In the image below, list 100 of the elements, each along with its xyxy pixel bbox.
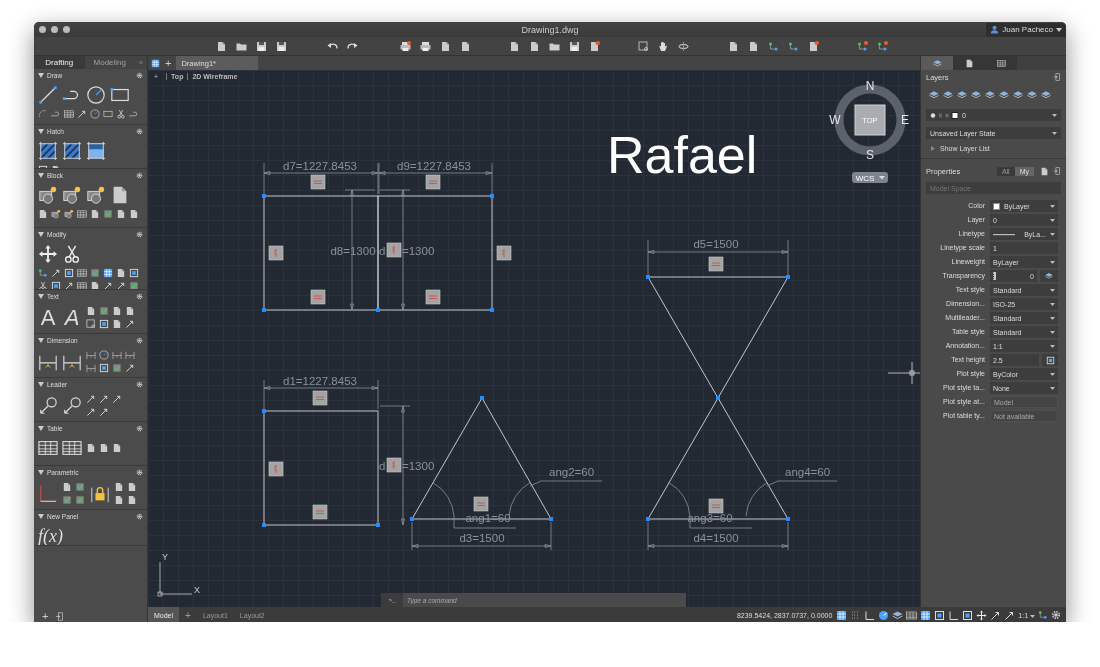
sheet-icon[interactable] bbox=[129, 209, 139, 219]
grip-handle[interactable] bbox=[376, 308, 380, 312]
sheet-icon[interactable] bbox=[808, 40, 819, 52]
square-icon[interactable] bbox=[962, 609, 974, 621]
check-icon[interactable] bbox=[90, 268, 100, 278]
save-icon[interactable] bbox=[569, 40, 580, 52]
ortho-icon[interactable] bbox=[864, 609, 876, 621]
sheet-icon[interactable] bbox=[509, 40, 520, 52]
constraint-icon[interactable] bbox=[496, 245, 512, 261]
redo-icon[interactable] bbox=[347, 40, 358, 52]
polyline-icon[interactable] bbox=[51, 109, 61, 119]
check-icon[interactable] bbox=[75, 482, 85, 492]
grip-handle[interactable] bbox=[490, 194, 494, 198]
grip-handle[interactable] bbox=[480, 396, 484, 400]
grip-handle[interactable] bbox=[410, 517, 414, 521]
table-icon[interactable] bbox=[38, 438, 58, 458]
corner-icon[interactable] bbox=[38, 483, 58, 504]
grip-handle[interactable] bbox=[716, 396, 720, 400]
constraint-icon[interactable] bbox=[386, 457, 402, 473]
arrow-icon[interactable] bbox=[125, 319, 135, 329]
rectangle-icon[interactable] bbox=[103, 109, 113, 119]
layers-icon[interactable] bbox=[1027, 90, 1037, 100]
function-button[interactable]: f(x) bbox=[38, 526, 63, 545]
grip-handle[interactable] bbox=[549, 517, 553, 521]
arrow-icon[interactable] bbox=[99, 394, 109, 404]
node-icon[interactable] bbox=[877, 40, 888, 52]
grip-handle[interactable] bbox=[490, 308, 494, 312]
constraint-icon[interactable] bbox=[310, 289, 326, 305]
constraint-icon[interactable] bbox=[708, 256, 724, 272]
arrow-icon[interactable] bbox=[99, 407, 109, 417]
sheet-icon[interactable] bbox=[1040, 166, 1049, 176]
grid-icon[interactable] bbox=[836, 609, 848, 621]
sheet-icon[interactable] bbox=[127, 495, 137, 505]
settings-icon[interactable] bbox=[136, 172, 143, 179]
arrow-icon[interactable] bbox=[51, 268, 61, 278]
block-icon[interactable] bbox=[64, 209, 74, 219]
constraint-icon[interactable] bbox=[310, 174, 326, 190]
scissors-icon[interactable] bbox=[62, 244, 82, 264]
check-icon[interactable] bbox=[103, 209, 113, 219]
arrow-icon[interactable] bbox=[86, 394, 96, 404]
check-icon[interactable] bbox=[75, 495, 85, 505]
printer-icon[interactable] bbox=[420, 40, 431, 52]
printer-icon[interactable] bbox=[400, 40, 411, 52]
square-icon[interactable] bbox=[51, 281, 61, 289]
check-icon[interactable] bbox=[129, 281, 139, 289]
panel-tab[interactable] bbox=[985, 56, 1017, 70]
text-tool[interactable]: A bbox=[62, 306, 82, 329]
circle-icon[interactable] bbox=[90, 109, 100, 119]
grip-handle[interactable] bbox=[376, 523, 380, 527]
arrow-icon[interactable] bbox=[77, 109, 87, 119]
zoom-icon[interactable] bbox=[638, 40, 649, 52]
layers-icon[interactable] bbox=[929, 90, 939, 100]
layers-icon[interactable] bbox=[1013, 90, 1023, 100]
sheet-icon[interactable] bbox=[127, 482, 137, 492]
table-icon[interactable] bbox=[77, 281, 87, 289]
add-button[interactable]: + bbox=[42, 610, 49, 622]
settings-icon[interactable] bbox=[136, 231, 143, 238]
transparency-menu[interactable] bbox=[1040, 270, 1058, 282]
leader-icon[interactable] bbox=[38, 395, 58, 416]
user-menu[interactable]: Juan Pacheco bbox=[986, 22, 1066, 37]
table-icon[interactable] bbox=[77, 268, 87, 278]
constraint-icon[interactable] bbox=[386, 242, 402, 258]
sheet-icon[interactable] bbox=[112, 443, 122, 453]
constraint-icon[interactable] bbox=[708, 498, 724, 514]
layers-icon[interactable] bbox=[892, 609, 904, 621]
table-icon[interactable] bbox=[62, 438, 82, 458]
settings-icon[interactable] bbox=[136, 72, 143, 79]
square-icon[interactable] bbox=[934, 609, 946, 621]
scissors-icon[interactable] bbox=[38, 281, 48, 289]
sheet-icon[interactable] bbox=[112, 306, 122, 316]
dimension-icon[interactable] bbox=[112, 350, 122, 360]
sheet-icon[interactable] bbox=[38, 209, 48, 219]
save-icon[interactable] bbox=[276, 40, 287, 52]
sheet-icon[interactable] bbox=[86, 443, 96, 453]
arrow-icon[interactable] bbox=[116, 281, 126, 289]
grip-handle[interactable] bbox=[646, 517, 650, 521]
settings-icon[interactable] bbox=[136, 513, 143, 520]
move-icon[interactable] bbox=[976, 609, 988, 621]
polar-icon[interactable] bbox=[878, 609, 890, 621]
sheet-icon[interactable] bbox=[440, 40, 451, 52]
dock-icon[interactable] bbox=[1053, 73, 1061, 81]
ucs-menu[interactable]: WCS bbox=[852, 172, 888, 183]
grip-handle[interactable] bbox=[786, 275, 790, 279]
layers-icon[interactable] bbox=[1041, 90, 1051, 100]
square-icon[interactable] bbox=[129, 268, 139, 278]
check-icon[interactable] bbox=[112, 363, 122, 373]
sheet-icon[interactable] bbox=[62, 482, 72, 492]
sheet-icon[interactable] bbox=[728, 40, 739, 52]
sheet-icon[interactable] bbox=[529, 40, 540, 52]
sheet-icon[interactable] bbox=[216, 40, 227, 52]
node-icon[interactable] bbox=[768, 40, 779, 52]
sheet-icon[interactable] bbox=[748, 40, 759, 52]
arrow-icon[interactable] bbox=[990, 609, 1002, 621]
constraint-icon[interactable] bbox=[425, 174, 441, 190]
sheet-icon[interactable] bbox=[99, 443, 109, 453]
polyline-icon[interactable] bbox=[129, 109, 139, 119]
dimension-icon[interactable] bbox=[125, 350, 135, 360]
node-icon[interactable] bbox=[1038, 610, 1048, 620]
zoom-button[interactable] bbox=[63, 26, 70, 33]
minimize-button[interactable] bbox=[51, 26, 58, 33]
